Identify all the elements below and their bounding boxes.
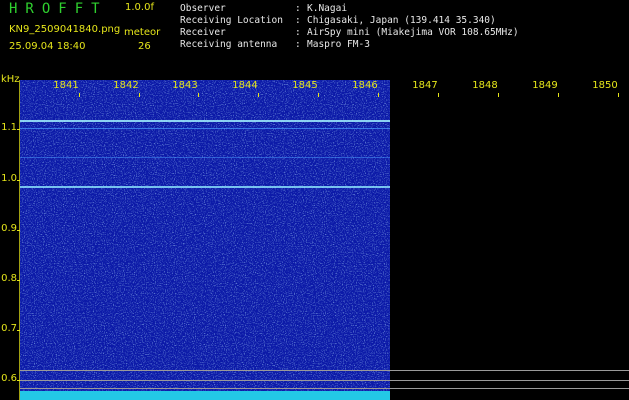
- y-tick-label: 0.9: [1, 223, 17, 234]
- x-tick-label: 1847: [412, 80, 438, 91]
- meteor-label: meteor: [124, 27, 161, 38]
- info-value: Chigasaki, Japan (139.414 35.340): [307, 15, 496, 26]
- y-tick-label: 1.0: [1, 173, 17, 184]
- info-key: Observer: [180, 3, 226, 14]
- grid-line: [20, 388, 629, 389]
- info-value: K.Nagai: [307, 3, 348, 14]
- y-tick-label: 0.7: [1, 323, 17, 334]
- info-key: Receiver: [180, 27, 226, 38]
- info-value: AirSpy mini (Miakejima VOR 108.65MHz): [307, 27, 519, 38]
- info-row-antenna: Receiving antenna: Maspro FM-3: [180, 39, 519, 51]
- info-row-location: Receiving Location: Chigasaki, Japan (139…: [180, 15, 519, 27]
- info-value: Maspro FM-3: [307, 39, 370, 50]
- x-tick: [558, 93, 559, 97]
- x-tick-label: 1842: [113, 80, 139, 91]
- info-row-observer: Observer: K.Nagai: [180, 3, 519, 15]
- y-tick-label: 1.1: [1, 122, 17, 133]
- x-tick: [438, 93, 439, 97]
- version-label: 1.0.0f: [125, 2, 154, 13]
- x-tick-label: 1844: [232, 80, 258, 91]
- info-sep: :: [295, 15, 301, 26]
- info-key: Receiving antenna: [180, 39, 278, 50]
- meteor-count: 26: [138, 41, 151, 52]
- x-tick: [198, 93, 199, 97]
- y-axis-unit: kHz: [1, 74, 20, 85]
- x-tick: [618, 93, 619, 97]
- datetime-label: 25.09.04 18:40: [9, 41, 86, 52]
- signal-line: [20, 120, 390, 122]
- x-tick-label: 1848: [472, 80, 498, 91]
- bottom-band: [20, 391, 390, 400]
- observation-info: Observer: K.Nagai Receiving Location: Chig…: [180, 3, 519, 51]
- x-tick-label: 1846: [352, 80, 378, 91]
- signal-line: [20, 157, 390, 158]
- info-sep: :: [295, 27, 301, 38]
- x-tick-label: 1843: [172, 80, 198, 91]
- x-tick-label: 1850: [592, 80, 618, 91]
- x-tick: [258, 93, 259, 97]
- y-tick-label: 0.6: [1, 373, 17, 384]
- signal-line: [20, 128, 390, 129]
- signal-line: [20, 186, 390, 188]
- app-title: HROFFT: [9, 1, 108, 17]
- grid-line: [20, 380, 629, 381]
- y-tick-label: 0.8: [1, 273, 17, 284]
- x-tick: [139, 93, 140, 97]
- x-tick-label: 1841: [53, 80, 79, 91]
- x-tick: [498, 93, 499, 97]
- x-tick: [378, 93, 379, 97]
- filename-label: KN9_2509041840.png: [9, 24, 121, 35]
- info-row-receiver: Receiver: AirSpy mini (Miakejima VOR 108.…: [180, 27, 519, 39]
- x-tick: [318, 93, 319, 97]
- info-sep: :: [295, 3, 301, 14]
- x-tick-label: 1845: [292, 80, 318, 91]
- info-sep: :: [295, 39, 301, 50]
- info-key: Receiving Location: [180, 15, 283, 26]
- x-tick: [79, 93, 80, 97]
- x-tick-label: 1849: [532, 80, 558, 91]
- grid-line: [20, 370, 629, 371]
